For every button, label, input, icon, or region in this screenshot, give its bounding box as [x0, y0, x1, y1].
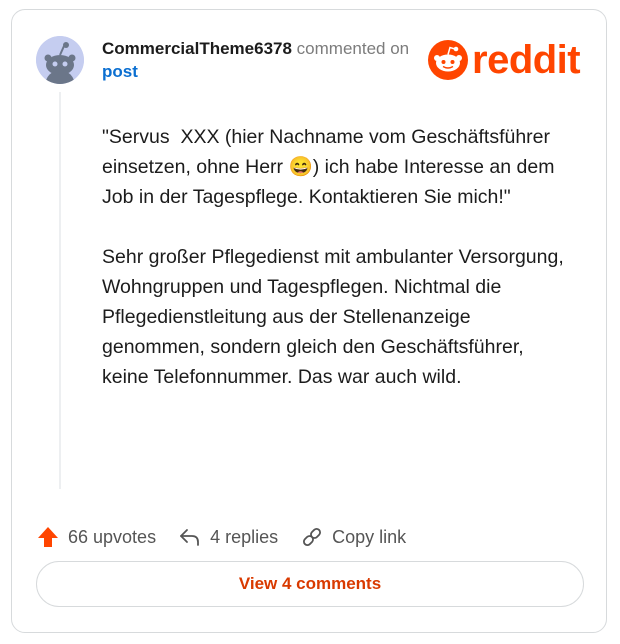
reply-icon: [180, 529, 199, 546]
reddit-wordmark: reddit: [472, 38, 581, 82]
action-text: commented on: [296, 39, 410, 58]
user-avatar[interactable]: [36, 36, 84, 84]
thread-line: [59, 92, 61, 489]
upvote-count: 66 upvotes: [68, 526, 157, 547]
reply-button[interactable]: 4 replies: [178, 525, 278, 549]
link-icon: [303, 528, 322, 546]
view-comments-button[interactable]: View 4 comments: [36, 561, 584, 607]
upvote-arrow-icon: [38, 527, 58, 547]
reddit-logo[interactable]: reddit: [428, 38, 581, 82]
upvote-button[interactable]: 66 upvotes: [36, 525, 156, 549]
comment-body: "Servus XXX (hier Nachname vom Geschäfts…: [102, 122, 572, 422]
reddit-logo-icon: [428, 40, 468, 80]
post-link[interactable]: post: [102, 61, 138, 83]
copy-link-label: Copy link: [332, 526, 407, 547]
comment-paragraph: "Servus XXX (hier Nachname vom Geschäfts…: [102, 126, 560, 208]
copy-link-button[interactable]: Copy link: [300, 525, 406, 549]
view-comments-label: View 4 comments: [238, 574, 382, 593]
username[interactable]: CommercialTheme6378: [102, 39, 292, 58]
comment-paragraph: Sehr großer Pflegedienst mit ambulanter …: [102, 246, 570, 388]
reply-count: 4 replies: [210, 526, 279, 547]
comment-header: CommercialTheme6378 commented on: [102, 38, 409, 60]
comment-actions: 66 upvotes 4 replies Copy link: [36, 522, 428, 552]
snoo-avatar-icon: [36, 36, 84, 84]
